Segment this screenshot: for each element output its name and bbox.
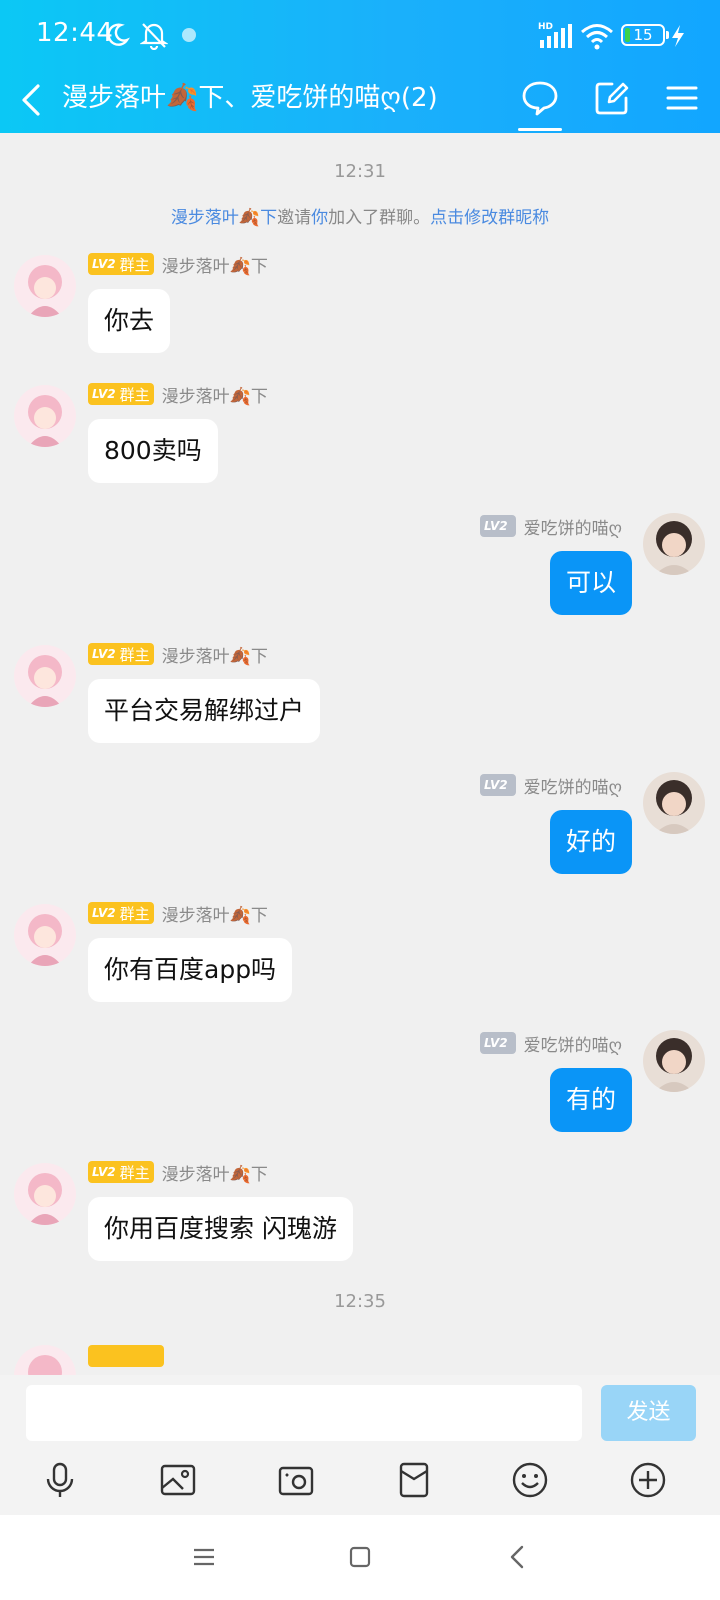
chat-title: 漫步落叶🍂下、爱吃饼的喵ღ(2) [62, 83, 438, 113]
message-bubble[interactable]: 800卖吗 [88, 419, 218, 483]
nav-bar: 漫步落叶🍂下、爱吃饼的喵ღ(2) [0, 72, 720, 133]
image-icon[interactable] [159, 1461, 197, 1499]
notice-text: 邀请 [277, 208, 312, 228]
owner-badge: LV2 群主 [88, 383, 154, 405]
chat-area[interactable]: 12:31 漫步落叶🍂下邀请你加入了群聊。点击修改群昵称 LV2 群主 漫步落叶🍂… [0, 133, 720, 1375]
recent-apps-icon[interactable] [190, 1543, 218, 1571]
level-badge: LV2 [479, 1032, 516, 1054]
avatar[interactable] [14, 1163, 76, 1225]
sender-meta: LV2 爱吃饼的喵ღ [479, 772, 622, 798]
avatar[interactable] [14, 385, 76, 447]
sender-meta: LV2 爱吃饼的喵ღ [479, 513, 622, 539]
message-bubble[interactable]: 可以 [549, 551, 632, 615]
sender-name[interactable]: 漫步落叶🍂下 [162, 1160, 268, 1185]
sender-name[interactable]: 爱吃饼的喵ღ [524, 1031, 622, 1056]
battery-level: 15 [633, 26, 653, 44]
message-bubble[interactable]: 你有百度app吗 [88, 938, 293, 1002]
sender-meta: LV2 爱吃饼的喵ღ [479, 1030, 622, 1056]
system-navigation-bar [0, 1515, 720, 1600]
sender-meta: LV2 群主 漫步落叶🍂下 [88, 900, 268, 926]
sender-meta: LV2 群主 漫步落叶🍂下 [88, 251, 268, 277]
sender-name[interactable]: 漫步落叶🍂下 [162, 382, 268, 407]
edit-icon[interactable] [592, 78, 632, 118]
system-notice: 漫步落叶🍂下邀请你加入了群聊。点击修改群昵称 [0, 203, 720, 228]
sender-meta: LV2 群主 漫步落叶🍂下 [88, 1159, 268, 1185]
moon-icon [107, 23, 130, 46]
plus-icon[interactable] [629, 1461, 667, 1499]
timestamp: 12:31 [334, 161, 386, 182]
avatar[interactable] [14, 645, 76, 707]
avatar[interactable] [14, 255, 76, 317]
avatar[interactable] [643, 513, 705, 575]
owner-badge: LV2 群主 [88, 253, 154, 275]
message-bubble[interactable]: 好的 [549, 810, 632, 874]
status-time: 12:44 [36, 18, 114, 48]
chat-bubble-icon[interactable] [520, 78, 560, 118]
camera-icon[interactable] [277, 1461, 315, 1499]
message-bubble[interactable]: 平台交易解绑过户 [88, 679, 321, 743]
red-packet-icon[interactable] [395, 1461, 433, 1499]
level-badge: LV2 [479, 515, 516, 537]
send-button[interactable]: 发送 [601, 1385, 696, 1441]
message-input[interactable] [26, 1385, 582, 1441]
sender-name[interactable]: 漫步落叶🍂下 [162, 642, 268, 667]
home-icon[interactable] [346, 1543, 374, 1571]
sender-meta: LV2 群主 漫步落叶🍂下 [88, 381, 268, 407]
message-bubble[interactable]: 你去 [88, 289, 171, 353]
sender-name[interactable]: 漫步落叶🍂下 [162, 252, 268, 277]
owner-badge: LV2 群主 [88, 902, 154, 924]
mute-bell-icon [140, 23, 168, 50]
status-bar: 12:44 HD 15 [0, 0, 720, 72]
notice-text: 加入了群聊。 [328, 208, 431, 228]
microphone-icon[interactable] [41, 1461, 79, 1499]
signal-hd-label: HD [538, 22, 553, 32]
back-arrow-icon[interactable] [18, 80, 46, 120]
signal-icon: HD [538, 22, 572, 48]
message-bubble[interactable]: 有的 [549, 1068, 632, 1132]
avatar[interactable] [14, 1345, 76, 1375]
wifi-icon [581, 24, 613, 50]
level-badge: LV2 [479, 774, 516, 796]
notification-dot-icon [182, 28, 196, 42]
owner-badge: LV2 群主 [88, 643, 154, 665]
avatar[interactable] [14, 904, 76, 966]
back-icon[interactable] [504, 1543, 532, 1571]
avatar[interactable] [643, 1030, 705, 1092]
charging-icon [672, 25, 684, 47]
you-link[interactable]: 你 [311, 208, 328, 228]
edit-nickname-link[interactable]: 点击修改群昵称 [430, 208, 549, 228]
emoji-icon[interactable] [511, 1461, 549, 1499]
menu-icon[interactable] [662, 78, 702, 118]
owner-badge [88, 1345, 164, 1367]
sender-name[interactable]: 爱吃饼的喵ღ [524, 514, 622, 539]
inviter-link[interactable]: 漫步落叶🍂下 [171, 208, 277, 228]
battery-icon: 15 [621, 24, 669, 46]
timestamp: 12:35 [334, 1291, 386, 1312]
message-bubble[interactable]: 你用百度搜索 闪瑰游 [88, 1197, 353, 1261]
owner-badge: LV2 群主 [88, 1161, 154, 1183]
active-tab-indicator [518, 128, 562, 131]
input-area: 发送 [0, 1375, 720, 1515]
sender-meta: LV2 群主 漫步落叶🍂下 [88, 641, 268, 667]
avatar[interactable] [643, 772, 705, 834]
app-header: 12:44 HD 15 漫步落叶🍂下、爱吃饼的喵ღ(2) [0, 0, 720, 133]
sender-name[interactable]: 漫步落叶🍂下 [162, 901, 268, 926]
sender-name[interactable]: 爱吃饼的喵ღ [524, 773, 622, 798]
